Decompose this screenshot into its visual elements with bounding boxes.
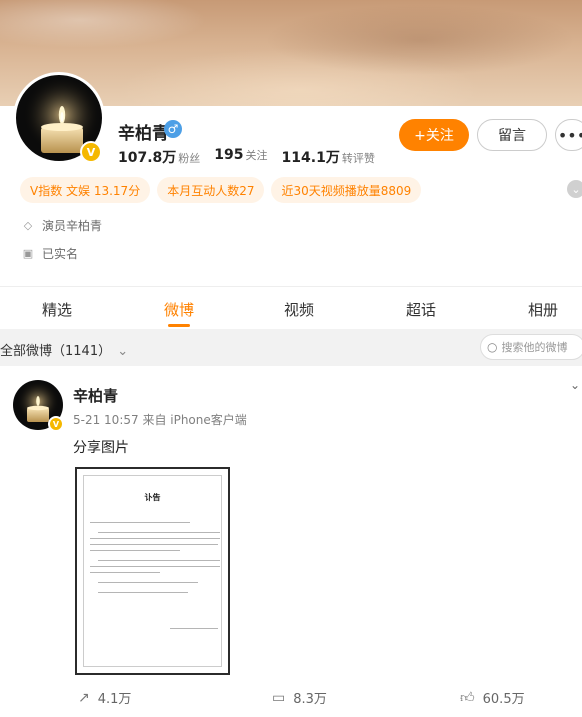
shield-icon: ◇ <box>23 219 33 232</box>
more-options-button[interactable]: ••• <box>555 119 582 151</box>
profile-stats: 107.8万 粉丝 195 关注 114.1万 转评赞 <box>118 147 375 167</box>
tag-v-index[interactable]: V指数 文娱 13.17分 <box>20 177 151 203</box>
info-occupation: ◇ 演员辛柏青 <box>23 219 103 233</box>
repost-button[interactable]: ↗ 4.1万 <box>78 688 131 708</box>
tab-videos[interactable]: 视频 <box>284 299 314 320</box>
like-icon: 👍︎ <box>460 690 475 706</box>
post-text: 分享图片 <box>73 440 129 456</box>
verified-badge-icon: V <box>80 141 102 163</box>
filter-dropdown[interactable]: 全部微博（1141） ⌄ <box>0 340 128 359</box>
info-verified: ▣ 已实名 <box>22 247 79 261</box>
search-icon: ○ <box>487 340 498 354</box>
profile-tags: V指数 文娱 13.17分 本月互动人数27 近30天视频播放量8809 <box>20 177 422 203</box>
post-actions: ↗ 4.1万 ▭ 8.3万 👍︎ 60.5万 <box>0 688 582 710</box>
like-button[interactable]: 👍︎ 60.5万 <box>460 688 525 707</box>
document-title: 讣告 <box>144 493 161 502</box>
verified-badge-icon: V <box>48 416 64 432</box>
stat-followers[interactable]: 107.8万 粉丝 <box>118 147 200 167</box>
obituary-document: 讣告 <box>83 475 222 667</box>
comment-button[interactable]: ▭ 8.3万 <box>272 688 327 708</box>
stat-following[interactable]: 195 关注 <box>214 147 267 167</box>
tab-featured[interactable]: 精选 <box>42 299 72 320</box>
tag-monthly-interactions[interactable]: 本月互动人数27 <box>157 177 265 203</box>
tab-supertopic[interactable]: 超话 <box>406 299 436 320</box>
profile-tabs: 精选 微博 视频 超话 相册 <box>0 287 582 329</box>
message-button[interactable]: 留言 <box>477 119 547 151</box>
active-tab-indicator <box>168 324 190 327</box>
post-meta: 5-21 10:57 来自 iPhone客户端 <box>73 413 247 427</box>
search-input[interactable]: ○ 搜索他的微博 <box>480 334 582 360</box>
follow-button[interactable]: +关注 <box>399 119 469 151</box>
gender-male-icon: ♂ <box>164 120 182 138</box>
filter-bar: 全部微博（1141） ⌄ ○ 搜索他的微博 <box>0 329 582 366</box>
tag-video-plays[interactable]: 近30天视频播放量8809 <box>271 177 422 203</box>
tab-album[interactable]: 相册 <box>528 299 558 320</box>
post-author-name[interactable]: 辛柏青 <box>73 385 118 406</box>
id-card-icon: ▣ <box>22 247 34 260</box>
profile-name: 辛柏青 <box>118 124 169 144</box>
tab-weibo[interactable]: 微博 <box>164 299 194 320</box>
post-image[interactable]: 讣告 <box>75 467 230 675</box>
comment-icon: ▭ <box>272 689 286 706</box>
chevron-down-icon: ⌄ <box>117 344 129 359</box>
chevron-down-icon[interactable]: ⌄ <box>567 180 582 198</box>
share-icon: ↗ <box>78 689 90 706</box>
chevron-down-icon[interactable]: ⌄ <box>570 378 580 392</box>
stat-engagement: 114.1万 转评赞 <box>281 150 375 166</box>
